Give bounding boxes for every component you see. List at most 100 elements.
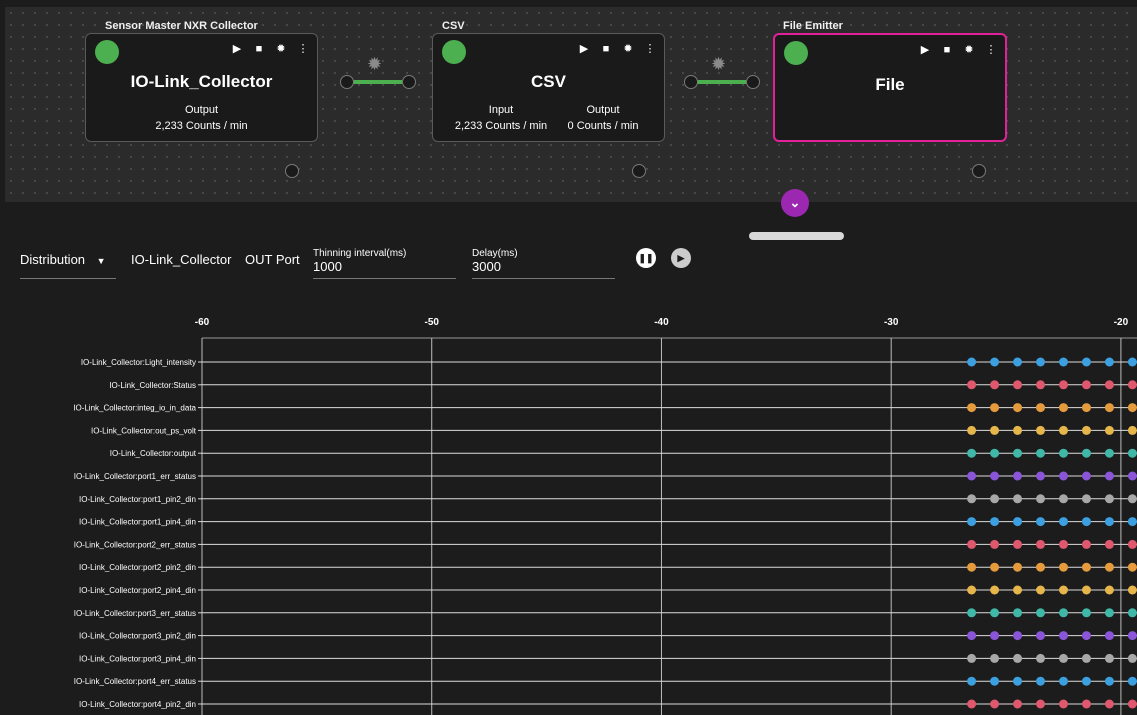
stop-icon[interactable]: ■ xyxy=(941,44,953,56)
data-point[interactable] xyxy=(1058,699,1068,709)
data-point[interactable] xyxy=(1013,608,1023,618)
data-point[interactable] xyxy=(1013,494,1023,504)
resize-handle[interactable] xyxy=(749,232,844,240)
data-point[interactable] xyxy=(1013,676,1023,686)
data-point[interactable] xyxy=(1058,653,1068,663)
gear-icon[interactable]: ✹ xyxy=(963,43,975,56)
play-icon[interactable]: ▶ xyxy=(578,42,590,55)
data-point[interactable] xyxy=(1081,494,1091,504)
data-point[interactable] xyxy=(1127,676,1137,686)
data-point[interactable] xyxy=(990,494,1000,504)
data-point[interactable] xyxy=(967,585,977,595)
data-point[interactable] xyxy=(1036,403,1046,413)
data-point[interactable] xyxy=(1081,653,1091,663)
data-point[interactable] xyxy=(1104,539,1114,549)
data-point[interactable] xyxy=(1127,631,1137,641)
data-point[interactable] xyxy=(1013,653,1023,663)
more-icon[interactable]: ⋮ xyxy=(985,43,997,56)
data-point[interactable] xyxy=(1104,608,1114,618)
data-point[interactable] xyxy=(990,539,1000,549)
pipeline-canvas[interactable]: Sensor Master NXR Collector ▶ ■ ✹ ⋮ IO-L… xyxy=(5,7,1137,202)
data-point[interactable] xyxy=(990,471,1000,481)
node-port[interactable] xyxy=(972,164,986,178)
data-point[interactable] xyxy=(1081,448,1091,458)
data-point[interactable] xyxy=(1127,699,1137,709)
data-point[interactable] xyxy=(967,448,977,458)
data-point[interactable] xyxy=(1081,380,1091,390)
data-point[interactable] xyxy=(1058,517,1068,527)
data-point[interactable] xyxy=(1127,494,1137,504)
data-point[interactable] xyxy=(967,562,977,572)
data-point[interactable] xyxy=(1013,357,1023,367)
data-point[interactable] xyxy=(1036,676,1046,686)
data-point[interactable] xyxy=(1127,562,1137,572)
data-point[interactable] xyxy=(1127,517,1137,527)
stop-icon[interactable]: ■ xyxy=(600,43,612,55)
data-point[interactable] xyxy=(1127,608,1137,618)
data-point[interactable] xyxy=(967,631,977,641)
data-point[interactable] xyxy=(1104,631,1114,641)
data-point[interactable] xyxy=(967,676,977,686)
data-point[interactable] xyxy=(1013,425,1023,435)
data-point[interactable] xyxy=(1104,448,1114,458)
mode-select[interactable]: Distribution ▼ xyxy=(20,252,106,267)
data-point[interactable] xyxy=(1036,448,1046,458)
data-point[interactable] xyxy=(990,448,1000,458)
data-point[interactable] xyxy=(967,380,977,390)
data-point[interactable] xyxy=(990,699,1000,709)
data-point[interactable] xyxy=(990,357,1000,367)
play-icon[interactable]: ▶ xyxy=(919,43,931,56)
play-icon[interactable]: ▶ xyxy=(231,42,243,55)
data-point[interactable] xyxy=(1127,425,1137,435)
data-point[interactable] xyxy=(967,471,977,481)
pause-button[interactable]: ❚❚ xyxy=(636,248,656,268)
data-point[interactable] xyxy=(1036,357,1046,367)
more-icon[interactable]: ⋮ xyxy=(644,42,656,55)
data-point[interactable] xyxy=(1058,585,1068,595)
data-point[interactable] xyxy=(1127,585,1137,595)
data-point[interactable] xyxy=(1081,585,1091,595)
data-point[interactable] xyxy=(1081,425,1091,435)
data-point[interactable] xyxy=(967,494,977,504)
data-point[interactable] xyxy=(1104,517,1114,527)
data-point[interactable] xyxy=(990,631,1000,641)
data-point[interactable] xyxy=(967,357,977,367)
data-point[interactable] xyxy=(1036,517,1046,527)
data-point[interactable] xyxy=(990,425,1000,435)
data-point[interactable] xyxy=(967,608,977,618)
data-point[interactable] xyxy=(1036,494,1046,504)
chevron-down-icon[interactable]: ⌄ xyxy=(781,189,809,217)
data-point[interactable] xyxy=(967,517,977,527)
data-point[interactable] xyxy=(1058,608,1068,618)
connector-1[interactable]: ✹ xyxy=(340,54,416,90)
data-point[interactable] xyxy=(1081,471,1091,481)
gear-icon[interactable]: ✹ xyxy=(275,42,287,55)
data-point[interactable] xyxy=(1058,403,1068,413)
data-point[interactable] xyxy=(1058,562,1068,572)
data-point[interactable] xyxy=(1013,403,1023,413)
data-point[interactable] xyxy=(1104,653,1114,663)
data-point[interactable] xyxy=(1058,631,1068,641)
data-point[interactable] xyxy=(1013,448,1023,458)
data-point[interactable] xyxy=(1058,448,1068,458)
data-point[interactable] xyxy=(1081,676,1091,686)
data-point[interactable] xyxy=(990,517,1000,527)
data-point[interactable] xyxy=(1036,380,1046,390)
data-point[interactable] xyxy=(1104,494,1114,504)
data-point[interactable] xyxy=(1036,699,1046,709)
data-point[interactable] xyxy=(1127,653,1137,663)
data-point[interactable] xyxy=(1104,357,1114,367)
data-point[interactable] xyxy=(990,653,1000,663)
stop-icon[interactable]: ■ xyxy=(253,43,265,55)
data-point[interactable] xyxy=(1058,676,1068,686)
data-point[interactable] xyxy=(1081,403,1091,413)
data-point[interactable] xyxy=(967,403,977,413)
data-point[interactable] xyxy=(990,562,1000,572)
more-icon[interactable]: ⋮ xyxy=(297,42,309,55)
data-point[interactable] xyxy=(967,699,977,709)
node-port[interactable] xyxy=(632,164,646,178)
gear-icon[interactable]: ✹ xyxy=(367,54,382,75)
data-point[interactable] xyxy=(1058,425,1068,435)
data-point[interactable] xyxy=(1036,539,1046,549)
thinning-input[interactable]: 1000 xyxy=(313,259,342,274)
